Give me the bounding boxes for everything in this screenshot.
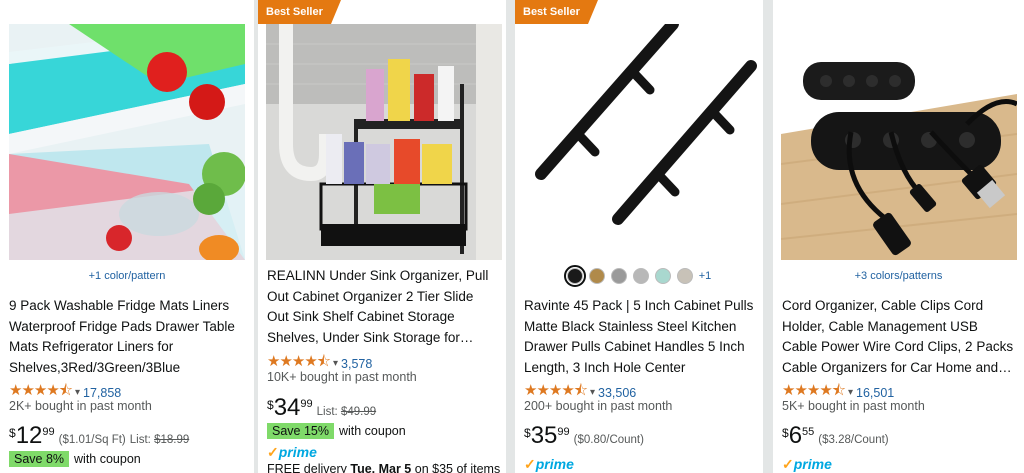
title-line: Holder, Cable Management USB bbox=[782, 318, 978, 334]
title-line: Ravinte 45 Pack | 5 Inch Cabinet Pulls bbox=[524, 298, 754, 313]
product-image[interactable] bbox=[523, 24, 759, 260]
unit-price: ($3.28/Count) bbox=[818, 434, 889, 446]
swatch-mint[interactable] bbox=[654, 268, 671, 284]
swatch-silver[interactable] bbox=[632, 268, 649, 284]
product-title[interactable]: Ravinte 45 Pack | 5 Inch Cabinet Pulls M… bbox=[524, 296, 760, 378]
title-line: REALINN Under Sink Organizer, Pull bbox=[267, 268, 489, 283]
product-card-cord-organizer[interactable]: +3 colors/patterns Cord Organizer, Cable… bbox=[773, 0, 1024, 473]
prime-check-icon: ✓ bbox=[267, 444, 279, 460]
list-price-value: $49.99 bbox=[340, 406, 377, 418]
swatch-gold[interactable] bbox=[588, 268, 605, 284]
chevron-down-icon[interactable]: ▾ bbox=[590, 387, 595, 398]
price-fraction: 99 bbox=[557, 426, 570, 438]
list-price: List: $49.99 bbox=[317, 406, 376, 418]
product-title[interactable]: 9 Pack Washable Fridge Mats Liners Water… bbox=[9, 296, 249, 378]
delivery-suffix: on $35 of items bbox=[411, 462, 501, 473]
product-image[interactable] bbox=[9, 24, 245, 260]
title-line: 9 Pack Washable Fridge Mats Liners bbox=[9, 298, 230, 313]
chevron-down-icon[interactable]: ▾ bbox=[333, 358, 338, 369]
coupon-badge: Save 15% bbox=[267, 423, 334, 439]
title-line: Waterproof Fridge Pads Drawer Table bbox=[9, 318, 235, 334]
unit-price: ($1.01/Sq Ft) bbox=[58, 434, 126, 446]
title-line: Cable Power Wire Cord Clips, 2 Packs bbox=[782, 339, 1014, 355]
bought-count: 2K+ bought in past month bbox=[9, 399, 152, 413]
swatch-black[interactable] bbox=[563, 265, 586, 287]
coupon[interactable]: Save 8% with coupon bbox=[9, 451, 141, 467]
price[interactable]: $ 12 99 ($1.01/Sq Ft) List: $18.99 bbox=[9, 423, 189, 449]
variant-link[interactable]: +3 colors/patterns bbox=[773, 270, 1024, 282]
price-symbol: $ bbox=[782, 426, 789, 440]
chevron-down-icon[interactable]: ▾ bbox=[75, 387, 80, 398]
rating-count[interactable]: 17,858 bbox=[83, 386, 121, 400]
prime-logo: ✓prime bbox=[267, 444, 317, 461]
title-line: Cord Organizer, Cable Clips Cord bbox=[782, 298, 984, 313]
price[interactable]: $ 6 55 ($3.28/Count) bbox=[782, 423, 889, 449]
product-card-fridge-mats[interactable]: +1 color/pattern 9 Pack Washable Fridge … bbox=[0, 0, 254, 473]
prime-check-icon: ✓ bbox=[782, 456, 794, 472]
title-line: Shelves, Under Sink Storage for… bbox=[267, 329, 474, 345]
title-line: Shelves,3Red/3Green/3Blue bbox=[9, 359, 181, 375]
prime-text: prime bbox=[278, 444, 317, 460]
coupon-badge: Save 8% bbox=[9, 451, 70, 467]
title-line: Out Cabinet Organizer 2 Tier Slide bbox=[267, 288, 474, 304]
chevron-down-icon[interactable]: ▾ bbox=[848, 387, 853, 398]
swatch-taupe[interactable] bbox=[676, 268, 693, 284]
title-line: Mats Refrigerator Liners for bbox=[9, 339, 174, 355]
product-card-under-sink-organizer[interactable]: Best Seller REALINN Under Sink Organizer… bbox=[258, 0, 506, 473]
price-symbol: $ bbox=[9, 426, 16, 440]
product-grid: +1 color/pattern 9 Pack Washable Fridge … bbox=[0, 0, 1024, 473]
price[interactable]: $ 35 99 ($0.80/Count) bbox=[524, 423, 644, 449]
variant-link[interactable]: +1 color/pattern bbox=[0, 270, 254, 282]
unit-price: ($0.80/Count) bbox=[573, 434, 644, 446]
price-symbol: $ bbox=[524, 426, 531, 440]
product-image[interactable] bbox=[781, 24, 1017, 260]
best-seller-badge: Best Seller bbox=[258, 0, 341, 24]
price-whole: 34 bbox=[273, 394, 301, 421]
list-label: List: bbox=[129, 434, 151, 446]
rating-count[interactable]: 33,506 bbox=[598, 386, 636, 400]
title-line: Out Sink Shelf Cabinet Storage bbox=[267, 309, 455, 325]
color-swatches: +1 bbox=[515, 265, 763, 287]
product-image[interactable] bbox=[266, 24, 502, 260]
prime-check-icon: ✓ bbox=[524, 456, 536, 472]
price[interactable]: $ 34 99 List: $49.99 bbox=[267, 395, 376, 421]
price-whole: 6 bbox=[788, 422, 803, 449]
list-label: List: bbox=[316, 406, 338, 418]
delivery-date: Tue, Mar 5 bbox=[350, 462, 412, 473]
list-price-value: $18.99 bbox=[154, 434, 190, 446]
prime-logo: ✓prime bbox=[782, 456, 832, 473]
product-title[interactable]: REALINN Under Sink Organizer, Pull Out C… bbox=[267, 266, 499, 348]
swatch-gray[interactable] bbox=[610, 268, 627, 284]
rating-count[interactable]: 3,578 bbox=[341, 357, 372, 371]
product-title[interactable]: Cord Organizer, Cable Clips Cord Holder,… bbox=[782, 296, 1022, 378]
rating-count[interactable]: 16,501 bbox=[856, 386, 894, 400]
coupon-text: with coupon bbox=[338, 424, 406, 438]
delivery-info: FREE delivery Tue, Mar 5 on $35 of items bbox=[267, 462, 500, 473]
title-line: Matte Black Stainless Steel Kitchen bbox=[524, 318, 737, 334]
bought-count: 200+ bought in past month bbox=[524, 399, 673, 413]
coupon-text: with coupon bbox=[74, 452, 141, 466]
product-card-cabinet-pulls[interactable]: Best Seller +1 Ravinte 45 Pack | 5 Inch … bbox=[515, 0, 763, 473]
delivery-prefix: FREE delivery bbox=[267, 462, 351, 473]
bought-count: 5K+ bought in past month bbox=[782, 399, 925, 413]
prime-logo: ✓prime bbox=[524, 456, 574, 473]
price-fraction: 55 bbox=[802, 426, 815, 438]
title-line: Length, 3 Inch Hole Center bbox=[524, 359, 686, 375]
title-line: Cable Organizers for Car Home and… bbox=[782, 359, 1012, 375]
list-price: List: $18.99 bbox=[130, 434, 189, 446]
price-fraction: 99 bbox=[300, 398, 313, 410]
prime-text: prime bbox=[535, 456, 574, 472]
best-seller-badge: Best Seller bbox=[515, 0, 598, 24]
more-swatches-link[interactable]: +1 bbox=[699, 270, 712, 282]
price-fraction: 99 bbox=[42, 426, 55, 438]
prime-text: prime bbox=[793, 456, 832, 472]
price-whole: 12 bbox=[15, 422, 43, 449]
bought-count: 10K+ bought in past month bbox=[267, 370, 417, 384]
price-symbol: $ bbox=[267, 398, 274, 412]
coupon[interactable]: Save 15% with coupon bbox=[267, 423, 406, 439]
title-line: Drawer Pulls Cabinet Handles 5 Inch bbox=[524, 339, 745, 355]
price-whole: 35 bbox=[530, 422, 558, 449]
